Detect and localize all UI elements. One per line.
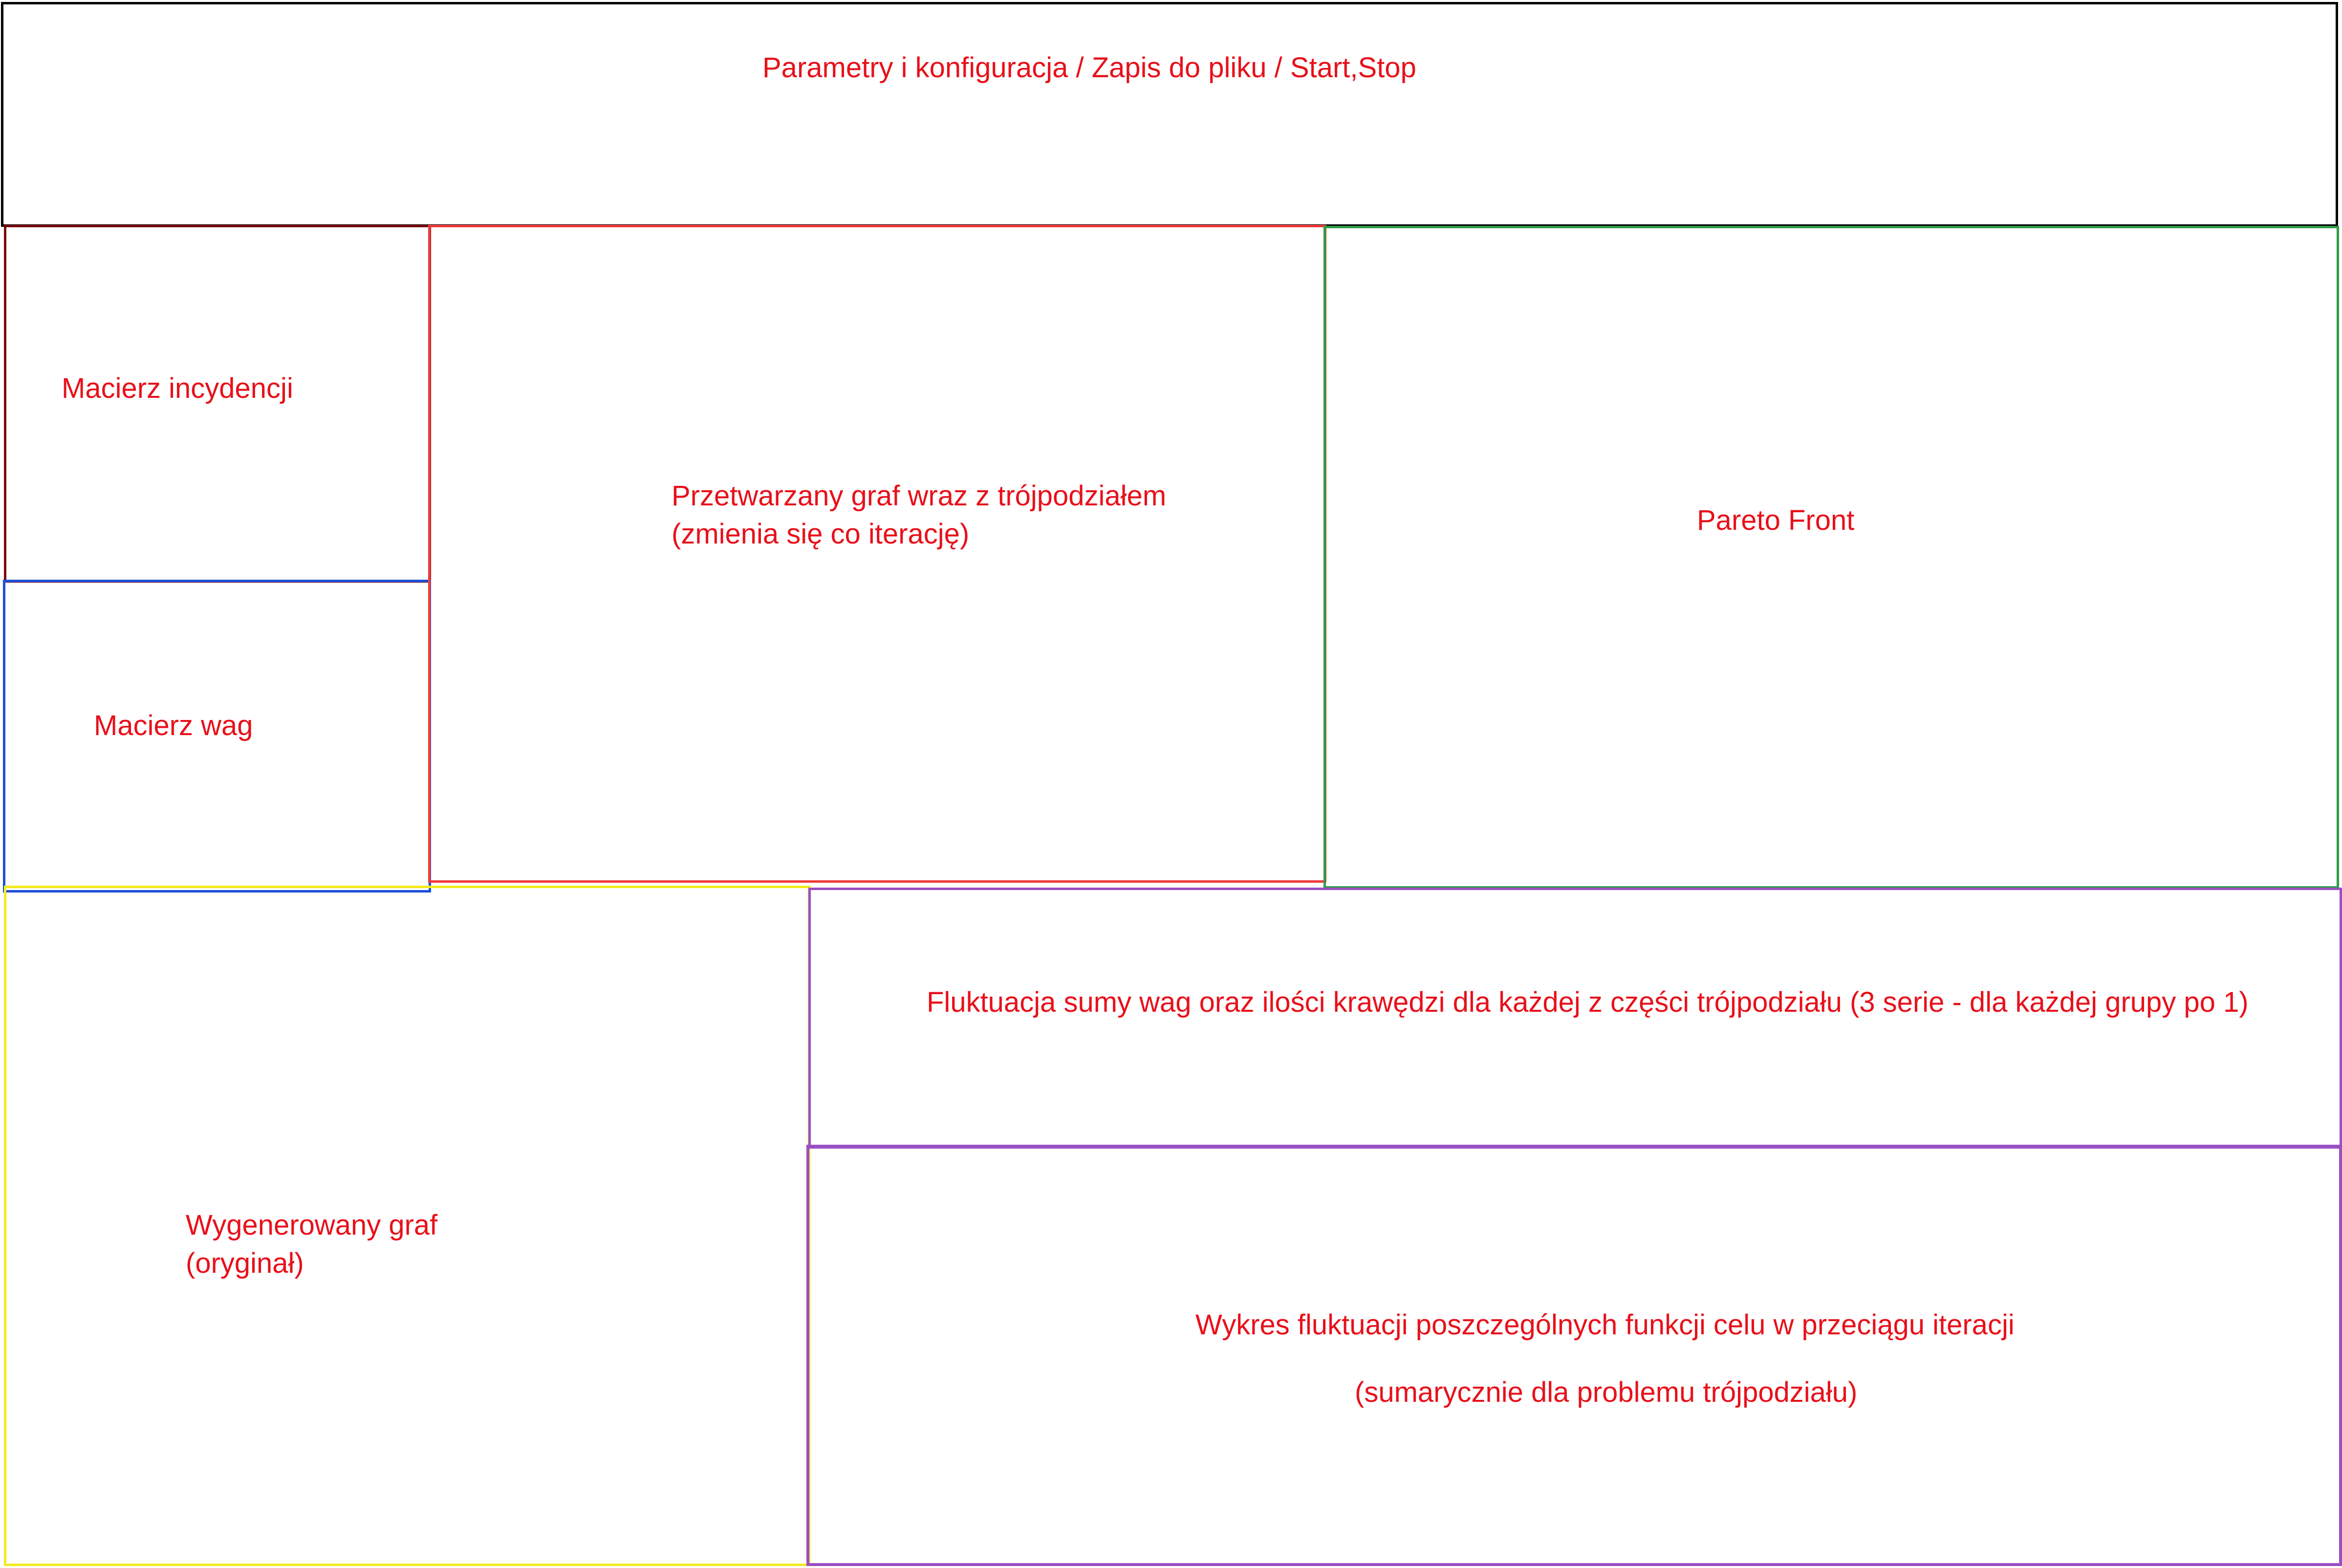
- config-panel-label: Parametry i konfiguracja / Zapis do plik…: [762, 52, 1416, 84]
- objective-chart-label-line2: (sumarycznie dla problemu trójpodziału): [1355, 1376, 1858, 1408]
- pareto-front-panel: [1323, 226, 2339, 889]
- processed-graph-panel: [428, 225, 1326, 883]
- incidence-matrix-label: Macierz incydencji: [62, 372, 293, 404]
- original-graph-label: Wygenerowany graf (oryginał): [186, 1206, 437, 1283]
- pareto-front-label: Pareto Front: [1697, 504, 1855, 536]
- original-graph-label-line1: Wygenerowany graf: [186, 1209, 438, 1241]
- processed-graph-label-line2: (zmienia się co iterację): [672, 518, 970, 550]
- original-graph-label-line2: (oryginał): [186, 1247, 304, 1280]
- processed-graph-label: Przetwarzany graf wraz z trójpodziałem (…: [672, 477, 1166, 554]
- objective-chart-panel: [806, 1145, 2342, 1566]
- weight-matrix-label: Macierz wag: [94, 710, 253, 741]
- objective-chart-label-line1: Wykres fluktuacji poszczególnych funkcji…: [1195, 1309, 2015, 1341]
- config-panel: [1, 2, 2338, 227]
- fluctuation-label: Fluktuacja sumy wag oraz ilości krawędzi…: [927, 986, 2249, 1018]
- processed-graph-label-line1: Przetwarzany graf wraz z trójpodziałem: [672, 480, 1167, 512]
